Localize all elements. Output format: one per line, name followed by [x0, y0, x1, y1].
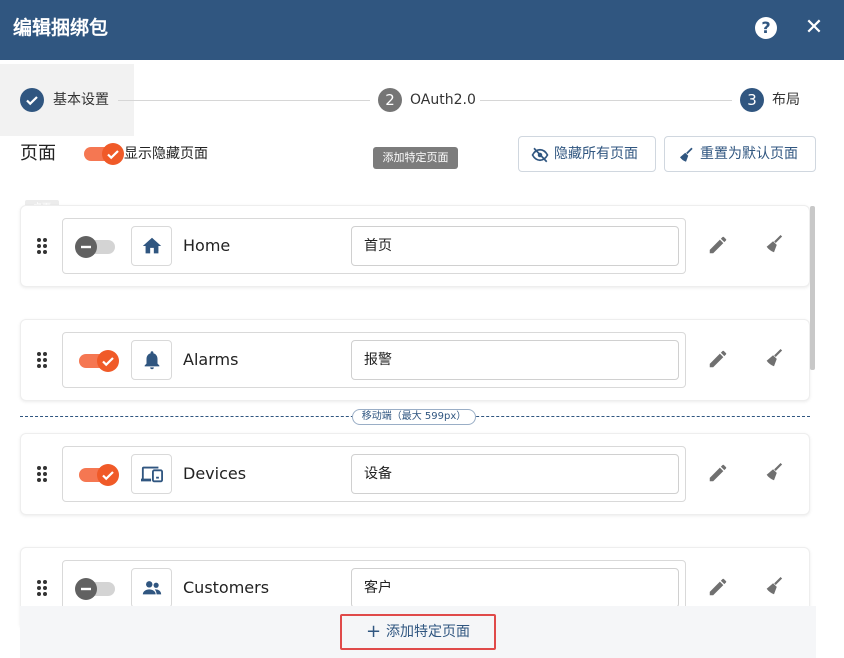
edit-icon[interactable]	[707, 234, 729, 256]
hide-all-label: 隐藏所有页面	[554, 146, 638, 162]
step-connector	[480, 100, 732, 101]
toggle-knob	[75, 236, 97, 258]
page-visibility-toggle[interactable]	[75, 236, 115, 258]
toggle-knob	[102, 143, 124, 165]
page-visibility-toggle[interactable]	[79, 350, 119, 372]
show-hidden-label: 显示隐藏页面	[124, 146, 208, 162]
add-page-tooltip: 添加特定页面	[373, 147, 458, 169]
edit-icon[interactable]	[707, 348, 729, 370]
step-number-oauth[interactable]: 2	[378, 88, 402, 112]
hide-all-pages-button[interactable]: 隐藏所有页面	[518, 136, 656, 172]
add-page-label: 添加特定页面	[386, 624, 470, 640]
broom-icon	[680, 147, 693, 162]
drag-handle-icon[interactable]	[35, 237, 49, 255]
drag-handle-icon[interactable]	[35, 351, 49, 369]
page-visibility-toggle[interactable]	[79, 464, 119, 486]
plus-icon: +	[366, 621, 382, 642]
step-check-icon	[20, 88, 44, 112]
list-scrollbar[interactable]	[810, 206, 815, 370]
edit-icon[interactable]	[707, 462, 729, 484]
page-title-input[interactable]: 客户	[351, 568, 679, 608]
toggle-knob	[97, 350, 119, 372]
page-name: Devices	[183, 464, 247, 483]
page-name: Alarms	[183, 350, 239, 369]
drag-handle-icon[interactable]	[35, 579, 49, 597]
step-number-layout[interactable]: 3	[740, 88, 764, 112]
page-icon-selector[interactable]	[131, 568, 172, 608]
mobile-breakpoint-tag: 移动端（最大 599px）	[352, 409, 476, 425]
broom-icon[interactable]	[763, 347, 785, 369]
reset-default-pages-button[interactable]: 重置为默认页面	[664, 136, 816, 172]
reset-default-label: 重置为默认页面	[700, 146, 798, 162]
step-label-layout[interactable]: 布局	[772, 90, 800, 110]
dialog-header: 编辑捆绑包 ? ✕	[0, 0, 844, 60]
add-specific-page-button[interactable]: + 添加特定页面	[340, 614, 496, 650]
page-name: Home	[183, 236, 231, 255]
page-icon-selector[interactable]	[131, 340, 172, 380]
toggle-knob	[97, 464, 119, 486]
page-title-input[interactable]: 首页	[351, 226, 679, 266]
help-icon[interactable]: ?	[755, 17, 777, 39]
list-item: Devices 设备	[20, 433, 810, 515]
step-connector	[118, 100, 370, 101]
eye-off-icon	[531, 147, 549, 163]
page-row: Alarms 报警	[62, 332, 686, 388]
step-label-oauth[interactable]: OAuth2.0	[410, 90, 476, 110]
show-hidden-toggle[interactable]	[84, 143, 124, 165]
page-visibility-toggle[interactable]	[75, 578, 115, 600]
broom-icon[interactable]	[763, 461, 785, 483]
toggle-knob	[75, 578, 97, 600]
page-icon-selector[interactable]	[131, 454, 172, 494]
close-icon[interactable]: ✕	[801, 14, 827, 42]
list-item: Alarms 报警	[20, 319, 810, 401]
page-icon-selector[interactable]	[131, 226, 172, 266]
page-name: Customers	[183, 578, 270, 597]
edit-icon[interactable]	[707, 576, 729, 598]
drag-handle-icon[interactable]	[35, 465, 49, 483]
home-icon	[142, 237, 162, 254]
page-title-input[interactable]: 报警	[351, 340, 679, 380]
list-item: Home 首页	[20, 205, 810, 287]
broom-icon[interactable]	[763, 233, 785, 255]
people-icon	[142, 581, 162, 595]
bell-icon	[144, 351, 160, 370]
dialog-title: 编辑捆绑包	[13, 17, 109, 39]
page-row: Devices 设备	[62, 446, 686, 502]
page-title-input[interactable]: 设备	[351, 454, 679, 494]
pages-heading: 页面	[20, 143, 56, 164]
step-label-basic: 基本设置	[53, 92, 109, 108]
page-row: Home 首页	[62, 218, 686, 274]
broom-icon[interactable]	[763, 575, 785, 597]
devices-icon	[141, 466, 163, 483]
